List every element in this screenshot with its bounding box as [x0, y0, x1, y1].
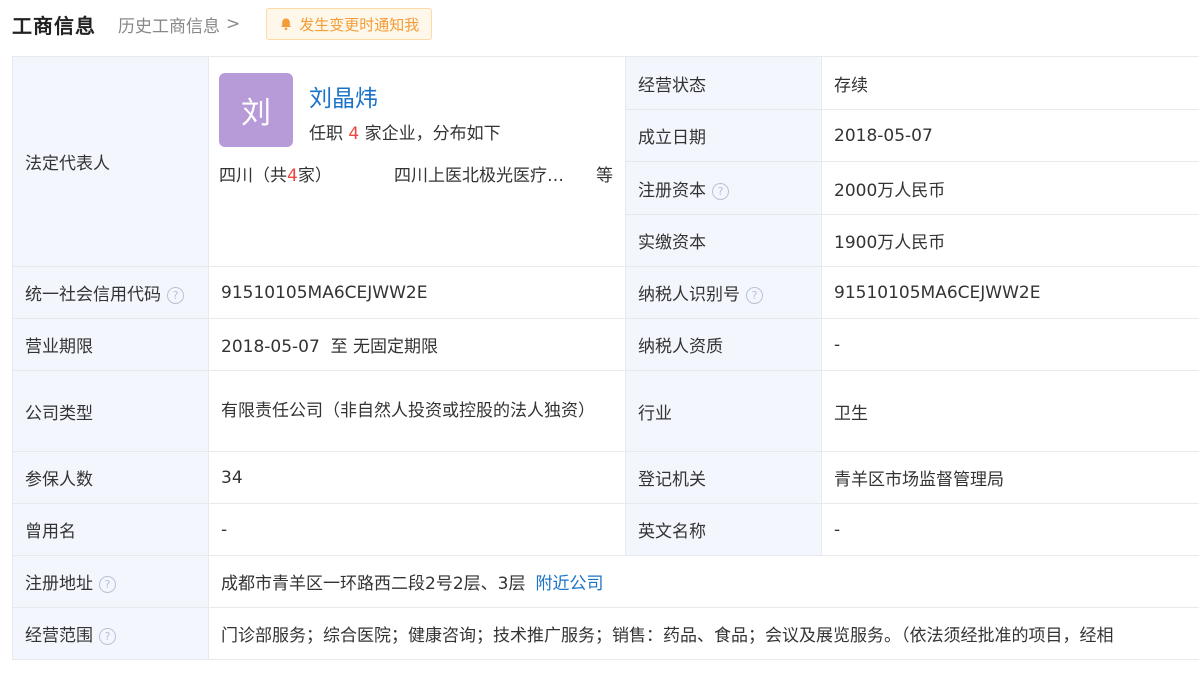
section-header: 工商信息 历史工商信息 > 发生变更时通知我 — [12, 8, 433, 40]
nearby-companies-link[interactable]: 附近公司 — [535, 574, 603, 594]
label-tax-id-text: 纳税人识别号 — [638, 285, 740, 305]
region-summary[interactable]: 四川（共4家） — [219, 161, 332, 186]
company-count: 4 — [348, 124, 360, 144]
value-english-name: - — [821, 503, 1199, 556]
notify-button-label: 发生变更时通知我 — [299, 15, 420, 34]
value-industry: 卫生 — [821, 370, 1199, 452]
label-scope-text: 经营范围 — [25, 626, 93, 646]
desc-prefix: 任职 — [309, 124, 343, 144]
region-count: 4 — [287, 166, 298, 186]
legal-rep-name[interactable]: 刘晶炜 — [309, 79, 378, 113]
value-authority: 青羊区市场监督管理局 — [821, 451, 1199, 504]
help-icon[interactable]: ? — [99, 576, 116, 593]
legal-rep-desc: 任职 4 家企业，分布如下 — [309, 119, 501, 144]
label-registered-capital-text: 注册资本 — [638, 180, 706, 201]
region-prefix: 四川（共 — [219, 166, 287, 186]
value-founded: 2018-05-07 — [821, 109, 1199, 162]
value-insured: 34 — [208, 451, 626, 504]
help-icon[interactable]: ? — [712, 182, 729, 200]
history-link-label: 历史工商信息 — [118, 16, 220, 37]
value-registered-capital: 2000万人民币 — [821, 161, 1199, 215]
chevron-right-icon: > — [226, 14, 241, 34]
label-address: 注册地址? — [12, 555, 209, 608]
region-suffix: 家） — [297, 166, 332, 186]
help-icon[interactable]: ? — [99, 628, 116, 645]
label-authority: 登记机关 — [625, 451, 822, 504]
value-credit-code: 91510105MA6CEJWW2E — [208, 266, 626, 319]
label-registered-capital: 注册资本? — [625, 161, 822, 215]
label-credit-code: 统一社会信用代码? — [12, 266, 209, 319]
label-tax-quality: 纳税人资质 — [625, 318, 822, 371]
section-title: 工商信息 — [12, 13, 96, 38]
value-address: 成都市青羊区一环路西二段2号2层、3层 附近公司 — [208, 555, 1199, 608]
label-english-name: 英文名称 — [625, 503, 822, 556]
label-former-name: 曾用名 — [12, 503, 209, 556]
value-company-type: 有限责任公司（非自然人投资或控股的法人独资） — [208, 370, 626, 452]
label-tax-id: 纳税人识别号? — [625, 266, 822, 319]
avatar-char: 刘 — [241, 96, 271, 131]
address-text: 成都市青羊区一环路西二段2号2层、3层 — [221, 574, 526, 594]
value-former-name: - — [208, 503, 626, 556]
label-status: 经营状态 — [625, 56, 822, 110]
label-address-text: 注册地址 — [25, 574, 93, 594]
notify-button[interactable]: 发生变更时通知我 — [266, 8, 433, 40]
value-business-term: 2018-05-07 至 无固定期限 — [208, 318, 626, 371]
history-link[interactable]: 历史工商信息 > — [118, 12, 240, 37]
legal-rep-cell: 刘 刘晶炜 任职 4 家企业，分布如下 四川（共4家） 四川上医北极光医疗… 等 — [208, 56, 626, 267]
label-company-type: 公司类型 — [12, 370, 209, 452]
avatar[interactable]: 刘 — [219, 73, 293, 147]
label-insured: 参保人数 — [12, 451, 209, 504]
label-scope: 经营范围? — [12, 607, 209, 660]
label-business-term: 营业期限 — [12, 318, 209, 371]
desc-suffix: 家企业，分布如下 — [364, 124, 501, 144]
label-founded: 成立日期 — [625, 109, 822, 162]
etc-label: 等 — [596, 166, 613, 186]
help-icon[interactable]: ? — [167, 287, 184, 304]
label-paid-capital: 实缴资本 — [625, 214, 822, 267]
value-status: 存续 — [821, 56, 1199, 110]
bell-icon — [281, 18, 292, 31]
related-company-link[interactable]: 四川上医北极光医疗… — [394, 161, 564, 186]
help-icon[interactable]: ? — [746, 287, 763, 304]
value-tax-quality: - — [821, 318, 1199, 371]
label-industry: 行业 — [625, 370, 822, 452]
value-tax-id: 91510105MA6CEJWW2E — [821, 266, 1199, 319]
label-legal-rep: 法定代表人 — [12, 56, 209, 267]
value-paid-capital: 1900万人民币 — [821, 214, 1199, 267]
label-credit-code-text: 统一社会信用代码 — [25, 285, 161, 305]
value-scope: 门诊部服务；综合医院；健康咨询；技术推广服务；销售：药品、食品；会议及展览服务。… — [208, 607, 1199, 660]
business-info-table: 法定代表人 刘 刘晶炜 任职 4 家企业，分布如下 四川（共4家） 四川上医北极… — [12, 56, 1199, 660]
